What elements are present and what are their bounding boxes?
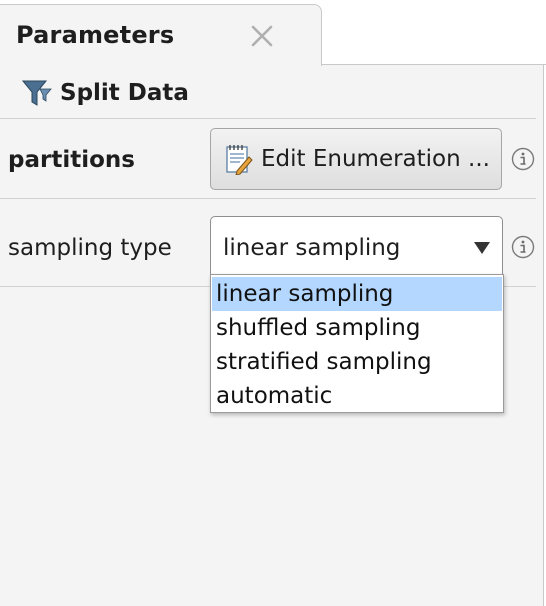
close-icon[interactable] [249, 23, 275, 49]
sampling-type-label: sampling type [8, 235, 172, 261]
funnel-icon [22, 80, 52, 106]
operator-title: Split Data [60, 80, 189, 106]
dropdown-option-stratified-sampling[interactable]: stratified sampling [212, 345, 502, 379]
sampling-type-dropdown: linear sampling shuffled sampling strati… [210, 274, 504, 413]
dropdown-option-automatic[interactable]: automatic [212, 379, 502, 413]
tab-title: Parameters [16, 21, 175, 49]
tab-parameters[interactable]: Parameters [0, 4, 322, 66]
edit-enumeration-label: Edit Enumeration ... [261, 146, 490, 172]
info-icon[interactable] [511, 235, 535, 259]
divider [0, 198, 536, 199]
dropdown-option-linear-sampling[interactable]: linear sampling [212, 277, 502, 311]
divider [0, 118, 536, 119]
sampling-type-select[interactable]: linear sampling [210, 216, 503, 278]
notepad-pencil-icon [226, 145, 253, 175]
parameters-window: Parameters Split Data partitions Edit En… [0, 0, 546, 606]
panel-top-border [320, 64, 546, 65]
operator-header: Split Data [22, 76, 189, 110]
sampling-type-value: linear sampling [223, 235, 401, 261]
dropdown-option-shuffled-sampling[interactable]: shuffled sampling [212, 311, 502, 345]
info-icon[interactable] [511, 147, 535, 171]
edit-enumeration-button[interactable]: Edit Enumeration ... [210, 128, 502, 190]
dropdown-arrow-icon [474, 242, 490, 254]
partitions-label: partitions [8, 147, 135, 173]
